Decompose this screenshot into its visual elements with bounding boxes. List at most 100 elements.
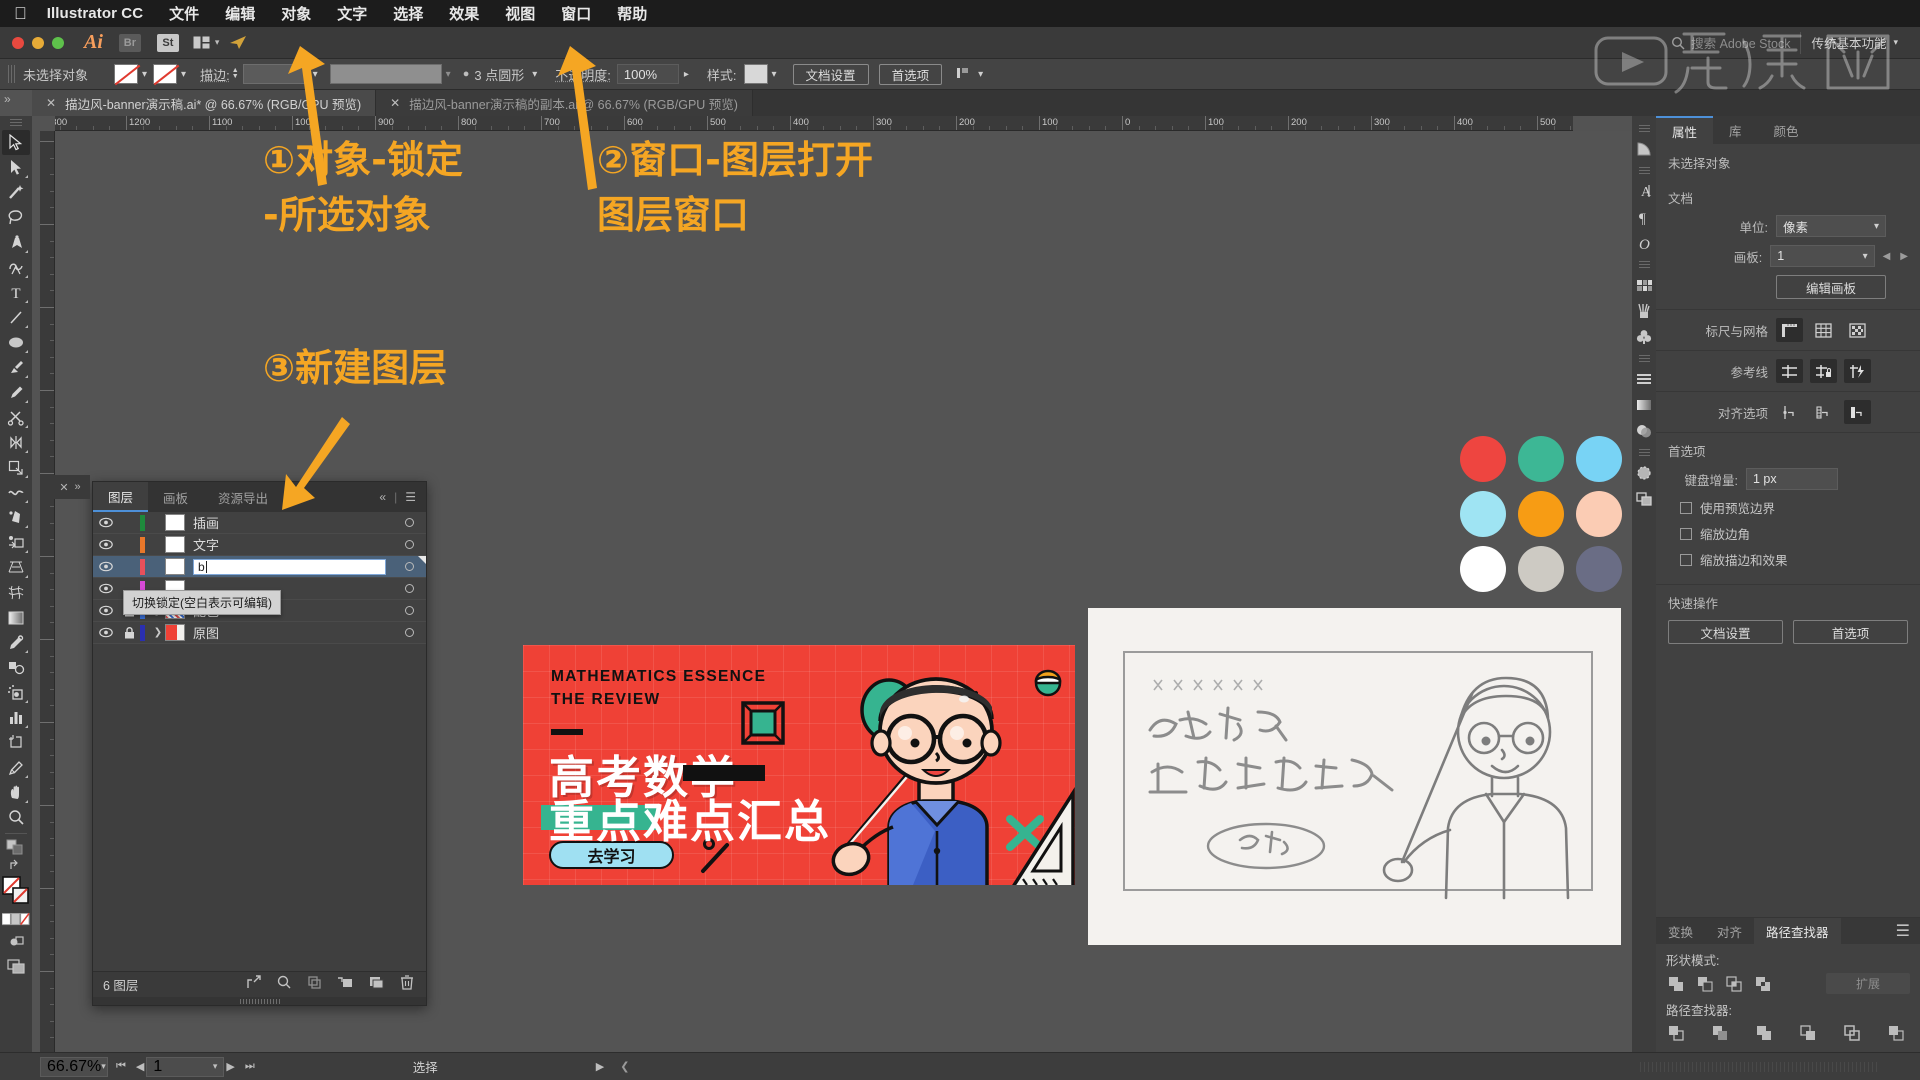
align-to-point-icon[interactable] bbox=[1776, 400, 1803, 424]
eye-icon[interactable] bbox=[93, 561, 118, 572]
show-grid-icon[interactable] bbox=[1810, 318, 1837, 342]
artboard-nav-next[interactable]: ▶ bbox=[224, 1060, 236, 1073]
stroke-weight-field[interactable] bbox=[242, 64, 309, 84]
layers-panel-dock-handle[interactable]: ✕ » bbox=[50, 475, 90, 499]
collect-in-new-layer-icon[interactable] bbox=[337, 975, 353, 994]
minimize-button[interactable] bbox=[32, 36, 44, 49]
eye-icon[interactable] bbox=[93, 539, 118, 550]
lasso-tool-icon[interactable] bbox=[2, 205, 30, 230]
character-panel-icon[interactable]: A bbox=[1633, 178, 1655, 204]
new-layer-icon[interactable] bbox=[369, 975, 384, 994]
chevron-down-icon[interactable]: ▾ bbox=[532, 69, 537, 80]
menu-edit[interactable]: 编辑 bbox=[225, 3, 255, 24]
canvas-swatch-circle[interactable] bbox=[1576, 436, 1622, 482]
canvas-swatch-circle[interactable] bbox=[1460, 491, 1506, 537]
checkbox-icon[interactable] bbox=[1680, 553, 1692, 566]
layer-target-circle[interactable] bbox=[392, 540, 426, 549]
arrange-documents-icon[interactable]: ▾ bbox=[193, 36, 219, 49]
show-rulers-icon[interactable] bbox=[1776, 318, 1803, 342]
menu-select[interactable]: 选择 bbox=[393, 3, 423, 24]
stroke-stepper[interactable]: ▲ ▼ bbox=[232, 67, 239, 80]
canvas-swatch-circle[interactable] bbox=[1518, 546, 1564, 592]
brushes-panel-icon[interactable] bbox=[1633, 298, 1655, 324]
opacity-field[interactable]: 100% bbox=[616, 64, 679, 84]
appearance-panel-icon[interactable] bbox=[1633, 460, 1655, 486]
direct-selection-tool-icon[interactable] bbox=[2, 155, 30, 180]
minus-back-icon[interactable] bbox=[1886, 1023, 1905, 1042]
tab-color[interactable]: 颜色 bbox=[1758, 116, 1815, 144]
divide-icon[interactable] bbox=[1666, 1023, 1685, 1042]
chevron-down-icon[interactable]: ▾ bbox=[772, 69, 777, 80]
eye-icon[interactable] bbox=[93, 605, 118, 616]
artboard-nav-last[interactable]: ⏭ bbox=[237, 1060, 263, 1073]
close-icon[interactable]: ✕ bbox=[59, 481, 68, 494]
new-sublayer-icon[interactable] bbox=[307, 975, 321, 994]
menu-window[interactable]: 窗口 bbox=[561, 3, 591, 24]
close-icon[interactable]: ✕ bbox=[46, 96, 56, 110]
scissors-tool-icon[interactable] bbox=[2, 405, 30, 430]
unit-select[interactable]: 像素 ▾ bbox=[1776, 215, 1886, 237]
fill-stroke-indicator-icon[interactable] bbox=[2, 837, 30, 857]
tab-artboards[interactable]: 画板 bbox=[148, 482, 204, 512]
graphic-style-swatch[interactable] bbox=[743, 64, 768, 84]
canvas-swatch-circle[interactable] bbox=[1460, 436, 1506, 482]
dock-grip[interactable] bbox=[1638, 167, 1650, 174]
horizontal-ruler[interactable]: 1300120011001000900800700600500400300200… bbox=[55, 116, 1573, 131]
chevron-down-icon[interactable]: ▾ bbox=[181, 69, 186, 80]
document-tab-inactive[interactable]: ✕ 描边风-banner演示稿的副本.ai @ 66.67% (RGB/GPU … bbox=[376, 90, 753, 116]
quick-preferences-button[interactable]: 首选项 bbox=[1793, 620, 1908, 644]
mesh-tool-icon[interactable] bbox=[2, 580, 30, 605]
artboard-tool-icon[interactable] bbox=[2, 730, 30, 755]
eye-icon[interactable] bbox=[93, 583, 118, 594]
canvas-swatch-circle[interactable] bbox=[1518, 436, 1564, 482]
tab-layers[interactable]: 图层 bbox=[93, 482, 149, 512]
artboard-number-field[interactable]: 1 ▾ bbox=[146, 1056, 225, 1077]
expand-button[interactable]: 扩展 bbox=[1826, 973, 1910, 994]
tab-libraries[interactable]: 库 bbox=[1713, 116, 1758, 144]
apple-logo-icon[interactable]:  bbox=[14, 5, 27, 22]
layers-list[interactable]: 插画文字b❯配色❯原图切换锁定(空白表示可编辑) bbox=[93, 512, 426, 971]
layer-name-input[interactable]: b bbox=[193, 558, 386, 575]
intersect-icon[interactable] bbox=[1724, 974, 1743, 993]
blend-tool-icon[interactable] bbox=[2, 655, 30, 680]
eyedropper-tool-icon[interactable] bbox=[2, 630, 30, 655]
lock-guides-icon[interactable] bbox=[1810, 359, 1837, 383]
align-to-pixel-icon[interactable] bbox=[1810, 400, 1837, 424]
tab-properties[interactable]: 属性 bbox=[1656, 116, 1714, 144]
canvas-swatch-circle[interactable] bbox=[1518, 491, 1564, 537]
column-graph-tool-icon[interactable] bbox=[2, 705, 30, 730]
gradient-icon[interactable] bbox=[1633, 392, 1655, 418]
locate-object-icon[interactable] bbox=[247, 975, 261, 994]
bridge-button[interactable]: Br bbox=[118, 33, 141, 52]
menu-object[interactable]: 对象 bbox=[281, 3, 311, 24]
status-collapse-icon[interactable]: ❮ bbox=[612, 1060, 637, 1073]
show-guides-icon[interactable] bbox=[1776, 359, 1803, 383]
canvas-color-swatches[interactable] bbox=[1460, 436, 1632, 601]
maximize-button[interactable] bbox=[52, 36, 64, 49]
layer-row[interactable]: b bbox=[93, 556, 426, 578]
sketch-reference-image[interactable] bbox=[1088, 608, 1621, 945]
double-chevron-left-icon[interactable]: « bbox=[379, 490, 386, 504]
share-icon[interactable] bbox=[229, 35, 247, 50]
document-setup-button[interactable]: 文档设置 bbox=[792, 63, 869, 85]
stroke-swatch-none-icon[interactable] bbox=[153, 64, 178, 84]
chevron-right-icon[interactable]: ▸ bbox=[684, 69, 689, 80]
window-controls[interactable] bbox=[12, 36, 64, 49]
fill-swatch-none-icon[interactable] bbox=[114, 64, 139, 84]
scale-tool-icon[interactable] bbox=[2, 455, 30, 480]
zoom-level-field[interactable]: 66.67% ▾ bbox=[40, 1056, 108, 1077]
crop-icon[interactable] bbox=[1798, 1023, 1817, 1042]
checkbox-use-preview-bounds[interactable]: 使用预览边界 bbox=[1680, 498, 1908, 517]
drawing-mode-icon[interactable] bbox=[2, 929, 30, 954]
paragraph-panel-icon[interactable]: ¶ bbox=[1633, 204, 1655, 230]
line-segment-tool-icon[interactable] bbox=[2, 305, 30, 330]
canvas-swatch-circle[interactable] bbox=[1460, 546, 1506, 592]
swatches-panel-icon[interactable] bbox=[1633, 272, 1655, 298]
perspective-grid-tool-icon[interactable] bbox=[2, 555, 30, 580]
dock-grip[interactable] bbox=[1638, 355, 1650, 362]
show-transparency-grid-icon[interactable] bbox=[1844, 318, 1871, 342]
artboard-nav-prev[interactable]: ◀ bbox=[134, 1060, 146, 1073]
smart-guides-icon[interactable] bbox=[1844, 359, 1871, 383]
glyphs-panel-icon[interactable]: O bbox=[1633, 230, 1655, 256]
shape-builder-tool-icon[interactable] bbox=[2, 530, 30, 555]
